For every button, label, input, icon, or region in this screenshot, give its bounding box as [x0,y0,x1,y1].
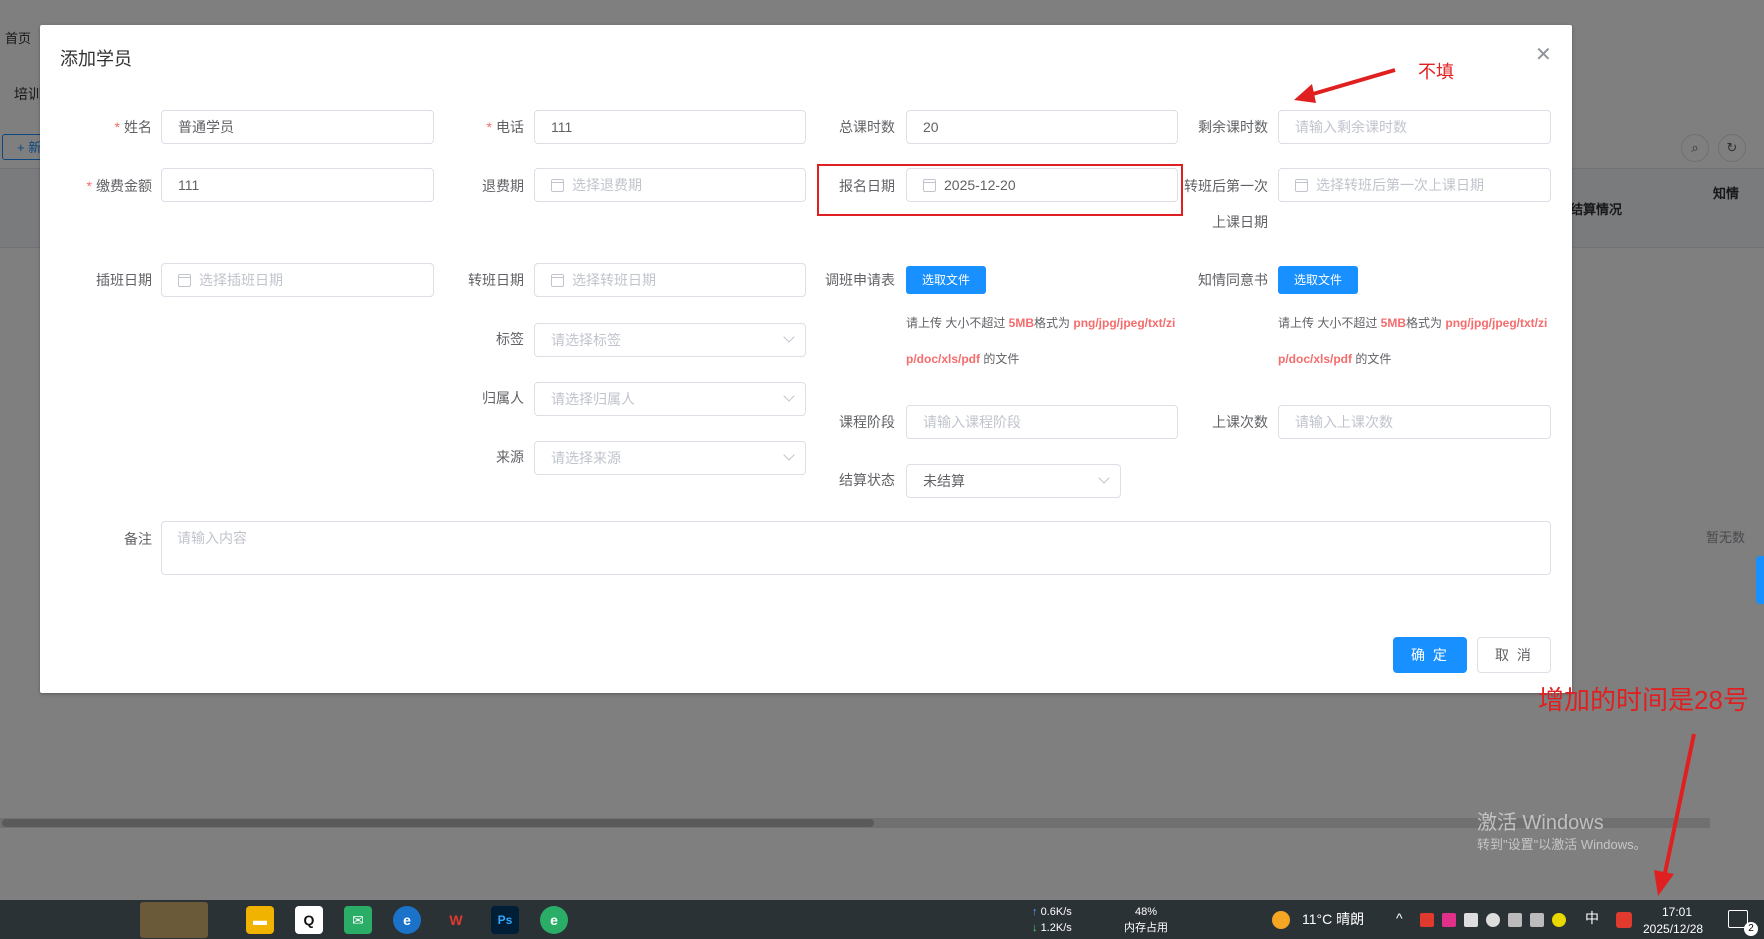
first-class-after-transfer-picker[interactable]: 选择转班后第一次上课日期 [1278,168,1551,202]
settle-status-label: 结算状态 [839,472,895,488]
activation-watermark-title: 激活 Windows [1477,812,1604,834]
upload-hint-consent: 请上传 大小不超过 5MB格式为 png/jpg/jpeg/txt/zi p/d… [1278,316,1548,366]
tray-chevron-icon[interactable]: ^ [1396,911,1403,925]
notification-badge: 2 [1744,922,1758,936]
sogou-input-icon[interactable] [1616,912,1632,928]
calendar-icon [1295,178,1308,192]
activation-watermark-subtitle: 转到"设置"以激活 Windows。 [1477,837,1647,852]
volume-icon[interactable] [1530,913,1544,927]
refund-date-label: 退费期 [482,178,524,194]
owner-label: 归属人 [482,390,524,406]
transfer-request-label: 调班申请表 [825,272,895,288]
tray-app-icon[interactable] [1552,913,1566,927]
calendar-icon [551,273,564,287]
calendar-icon [551,178,564,192]
tray-app-icon[interactable] [1442,913,1456,927]
annotation-added-date: 增加的时间是28号 [1538,685,1749,715]
photoshop-icon[interactable]: Ps [491,906,519,934]
class-count-input[interactable]: 请输入上课次数 [1278,405,1551,439]
consent-form-upload-button[interactable]: 选取文件 [1278,266,1358,294]
edge-browser-icon[interactable]: e [393,906,421,934]
chevron-down-icon [783,449,795,461]
network-icon[interactable] [1508,913,1522,927]
memory-label: 内存占用 [1124,922,1168,934]
annotation-arrow-up [1294,68,1396,103]
remark-label: 备注 [124,531,152,547]
cancel-button[interactable]: 取 消 [1477,637,1551,673]
net-upload: ↑ 0.6K/s [1032,906,1072,918]
wechat-icon[interactable]: ✉ [344,906,372,934]
consent-form-label: 知情同意书 [1198,272,1268,288]
remaining-hours-label: 剩余课时数 [1198,119,1268,135]
tag-label: 标签 [496,331,524,347]
memory-percent: 48% [1135,906,1158,918]
tray-app-icon[interactable] [1486,913,1500,927]
start-decoration-icon[interactable] [140,902,208,938]
side-drawer-tab[interactable] [1756,556,1764,604]
first-class-after-transfer-label-line2: 上课日期 [1212,214,1268,230]
chevron-down-icon [783,331,795,343]
tray-app-icon[interactable] [1464,913,1478,927]
annotation-not-fill: 不填 [1418,62,1454,82]
source-label: 来源 [496,449,524,465]
tray-icons [1420,913,1570,929]
calendar-icon [178,273,191,287]
payment-label: * 缴费金额 [86,178,152,194]
clock-date[interactable]: 2025/12/28 [1643,923,1703,936]
chevron-down-icon [783,390,795,402]
file-explorer-icon[interactable]: ▬ [246,906,274,934]
dialog-title: 添加学员 [60,49,132,69]
remark-textarea[interactable]: 请输入内容 [161,521,1551,575]
settle-status-select[interactable]: 未结算 [906,464,1121,498]
insert-date-label: 插班日期 [96,272,152,288]
course-stage-label: 课程阶段 [839,414,895,430]
total-hours-label: 总课时数 [839,119,895,135]
confirm-button[interactable]: 确 定 [1393,637,1467,673]
first-class-after-transfer-label-line1: 转班后第一次 [1184,178,1268,194]
wps-icon[interactable]: W [442,906,470,934]
class-count-label: 上课次数 [1212,414,1268,430]
browser-green-icon[interactable]: e [540,906,568,934]
phone-label: * 电话 [486,119,524,135]
transfer-request-upload-button[interactable]: 选取文件 [906,266,986,294]
remaining-hours-input[interactable]: 请输入剩余课时数 [1278,110,1551,144]
upload-hint-transfer: 请上传 大小不超过 5MB格式为 png/jpg/jpeg/txt/zi p/d… [906,316,1176,366]
tag-select[interactable]: 请选择标签 [534,323,806,357]
tray-app-icon[interactable] [1420,913,1434,927]
annotation-arrow-down [1654,733,1696,896]
clock-time[interactable]: 17:01 [1662,906,1692,919]
name-label: * 姓名 [114,119,152,135]
weather-sun-icon[interactable] [1272,911,1290,929]
ime-indicator[interactable]: 中 [1585,911,1599,925]
net-download: ↓ 1.2K/s [1032,922,1072,934]
qq-icon[interactable]: Q [295,906,323,934]
chevron-down-icon [1098,472,1110,484]
weather-text[interactable]: 11°C 晴朗 [1302,912,1364,926]
close-icon[interactable]: ✕ [1535,42,1552,67]
transfer-date-label: 转班日期 [468,272,524,288]
